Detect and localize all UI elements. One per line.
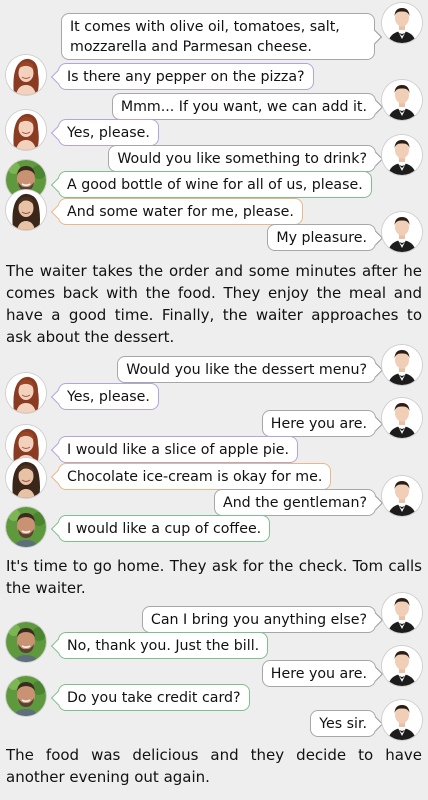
narration-paragraph: The waiter takes the order and some minu… [6, 262, 422, 346]
message-text: Here you are. [270, 416, 367, 432]
message-text: Yes sir. [319, 716, 367, 732]
message-text: Do you take credit card? [67, 690, 241, 706]
speech-bubble: And some water for me, please. [58, 198, 303, 225]
narration-paragraph: The food was delicious and they decide t… [6, 746, 422, 786]
speech-bubble: It comes with olive oil, tomatoes, salt,… [61, 13, 375, 60]
speech-bubble: Yes sir. [310, 710, 376, 737]
speech-bubble: Here you are. [261, 660, 376, 687]
speech-bubble: Would you like the dessert menu? [117, 356, 376, 383]
message-text: Can I bring you anything else? [150, 612, 367, 628]
speech-bubble: Is there any pepper on the pizza? [58, 63, 314, 90]
message-text: Chocolate ice-cream is okay for me. [67, 469, 323, 485]
speech-bubble: Would you like something to drink? [108, 145, 376, 172]
waiter-avatar-icon [382, 646, 422, 686]
speech-bubble: No, thank you. Just the bill. [58, 632, 269, 659]
speech-bubble: And the gentleman? [213, 489, 376, 516]
waiter-avatar-icon [382, 700, 422, 740]
waiter-avatar-icon [382, 3, 422, 43]
speech-bubble: Yes, please. [58, 383, 159, 410]
message-text: Mmm... If you want, we can add it. [120, 99, 367, 115]
speech-bubble: Yes, please. [58, 119, 159, 146]
red-haired-woman-avatar-icon [6, 55, 46, 95]
message-text: Is there any pepper on the pizza? [67, 69, 305, 85]
message-text: Yes, please. [67, 125, 150, 141]
message-text: No, thank you. Just the bill. [67, 638, 260, 654]
narration-paragraph: It's time to go home. They ask for the c… [6, 557, 422, 597]
speech-bubble: Chocolate ice-cream is okay for me. [58, 463, 332, 490]
speech-bubble: I would like a slice of apple pie. [58, 436, 299, 463]
message-text: And the gentleman? [222, 495, 367, 511]
speech-bubble: My pleasure. [267, 224, 376, 251]
speech-bubble: Mmm... If you want, we can add it. [111, 93, 376, 120]
message-text: It comes with olive oil, tomatoes, salt,… [70, 19, 340, 55]
message-text: And some water for me, please. [67, 204, 294, 220]
message-text: I would like a slice of apple pie. [67, 442, 290, 458]
speech-bubble: Can I bring you anything else? [141, 606, 376, 633]
bearded-man-avatar-icon [6, 622, 46, 662]
red-haired-woman-avatar-icon [6, 110, 46, 150]
bearded-man-avatar-icon [6, 676, 46, 716]
dark-haired-woman-avatar-icon [6, 190, 46, 230]
waiter-avatar-icon [382, 398, 422, 438]
waiter-avatar-icon [382, 593, 422, 633]
waiter-avatar-icon [382, 135, 422, 175]
speech-bubble: A good bottle of wine for all of us, ple… [58, 171, 372, 198]
message-text: My pleasure. [276, 230, 367, 246]
speech-bubble: Do you take credit card? [58, 684, 250, 711]
dark-haired-woman-avatar-icon [6, 458, 46, 498]
message-text: Yes, please. [67, 389, 150, 405]
message-text: A good bottle of wine for all of us, ple… [67, 177, 363, 193]
message-text: Here you are. [270, 666, 367, 682]
message-text: I would like a cup of coffee. [67, 521, 262, 537]
speech-bubble: Here you are. [261, 410, 376, 437]
waiter-avatar-icon [382, 212, 422, 252]
red-haired-woman-avatar-icon [6, 373, 46, 413]
bearded-man-avatar-icon [6, 507, 46, 547]
message-text: Would you like the dessert menu? [126, 362, 367, 378]
waiter-avatar-icon [382, 345, 422, 385]
speech-bubble: I would like a cup of coffee. [58, 515, 271, 542]
message-text: Would you like something to drink? [117, 151, 367, 167]
waiter-avatar-icon [382, 476, 422, 516]
waiter-avatar-icon [382, 80, 422, 120]
